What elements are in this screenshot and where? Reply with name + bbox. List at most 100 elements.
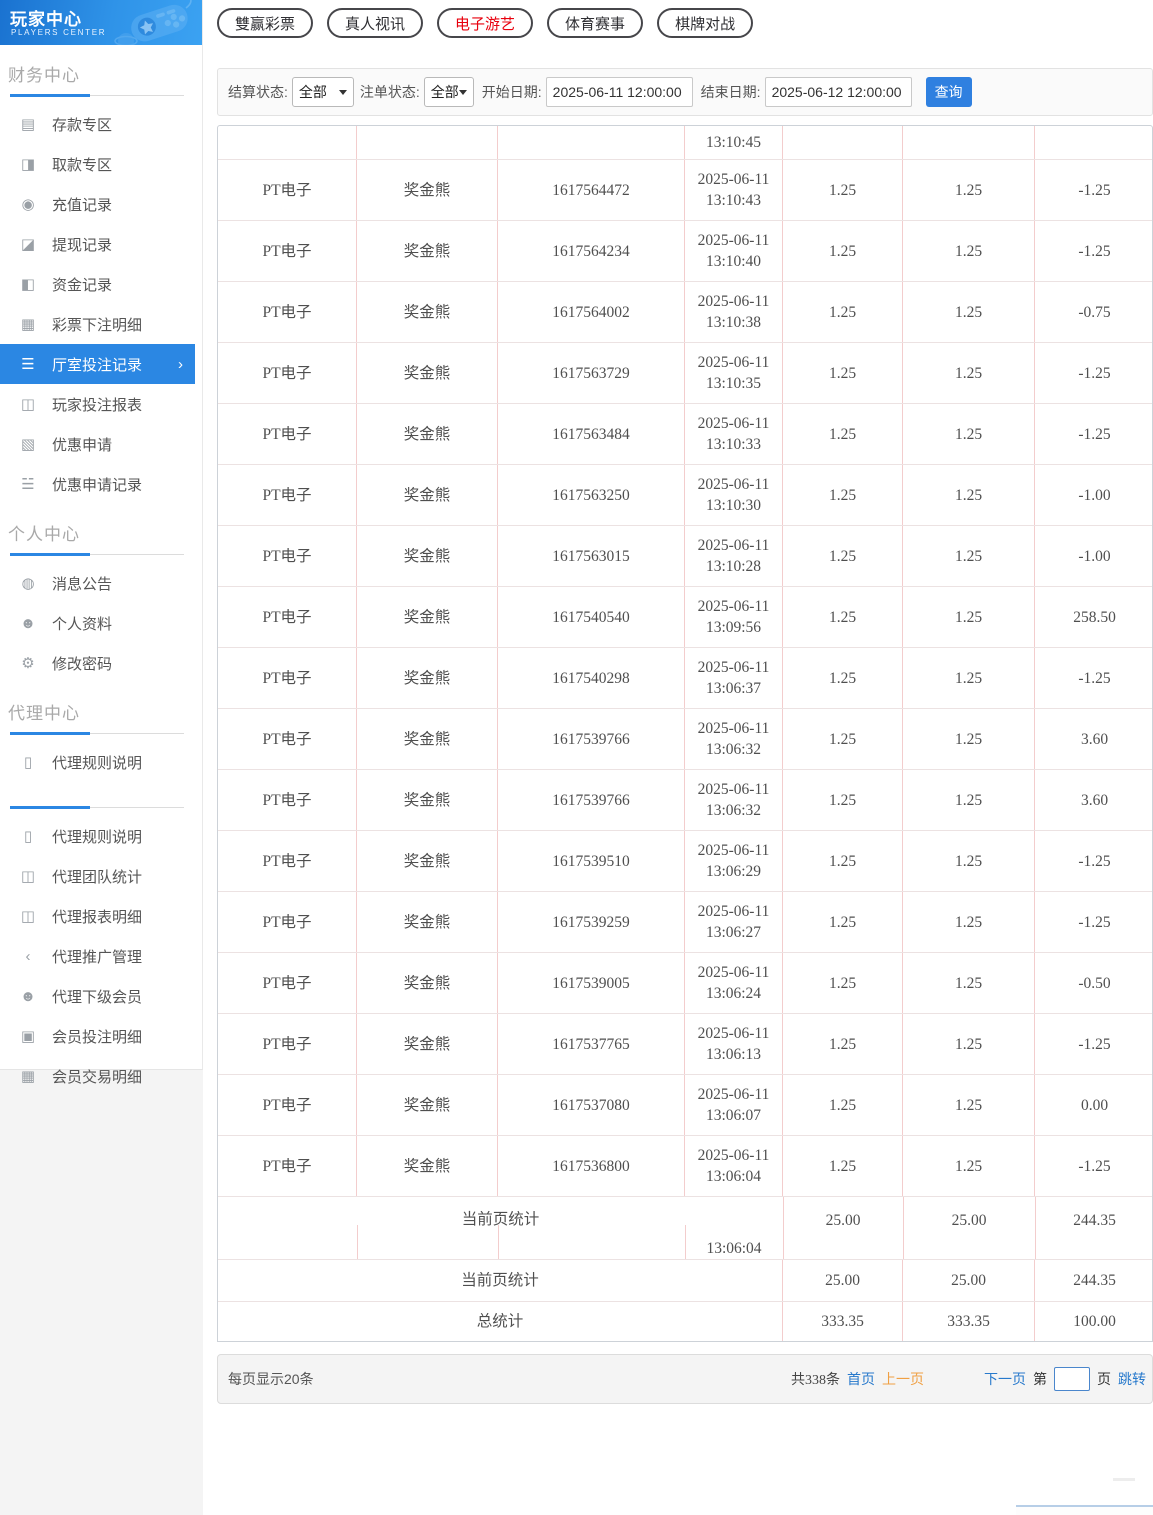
- sidebar-item-label: 厅室投注记录: [52, 354, 142, 375]
- sidebar-item-lottery-bet-detail[interactable]: ▦ 彩票下注明细: [0, 304, 195, 344]
- sidebar-item-bell[interactable]: ◍ 消息公告: [0, 563, 195, 603]
- sidebar-item-label: 代理报表明细: [52, 906, 142, 927]
- sidebar-item-member-bet-detail[interactable]: ▣ 会员投注明细: [0, 1016, 195, 1056]
- sidebar-item-label: 个人资料: [52, 613, 112, 634]
- sidebar-item-label: 会员交易明细: [52, 1066, 142, 1087]
- cell-bet-amount: 1.25: [783, 953, 903, 1013]
- cell-hall: PT电子: [218, 526, 357, 586]
- sidebar-item-funds-record[interactable]: ◧ 资金记录: [0, 264, 195, 304]
- jump-page-input[interactable]: [1054, 1367, 1090, 1391]
- sidebar-section: 个人中心 ◍ 消息公告 ☻ 个人资料 ⚙ 修改密码: [0, 504, 202, 683]
- cell-order-no: 1617563015: [498, 526, 685, 586]
- cell-datetime: 2025-06-11 13:06:04: [685, 1136, 783, 1196]
- members-icon: ☻: [18, 988, 38, 1005]
- pagination-bar: 每页显示20条 共338条 首页 上一页 下一页 第 页 跳转: [217, 1354, 1153, 1404]
- cell-order-no: 1617539259: [498, 892, 685, 952]
- sidebar-item-label: 玩家投注报表: [52, 394, 142, 415]
- sidebar-item-deposit-card[interactable]: ▤ 存款专区: [0, 104, 195, 144]
- cell-time: 13:10:33: [706, 434, 761, 455]
- grand-total-label: 总统计: [218, 1302, 783, 1341]
- first-page-link[interactable]: 首页: [847, 1369, 875, 1389]
- doc-icon: ▯: [18, 827, 38, 845]
- cell-datetime: 2025-06-11 13:06:37: [685, 648, 783, 708]
- sidebar-item-report-detail[interactable]: ◫ 代理报表明细: [0, 896, 195, 936]
- start-date-label: 开始日期:: [482, 82, 542, 102]
- sidebar-item-doc[interactable]: ▯ 代理规则说明: [0, 816, 195, 856]
- cell-date: 2025-06-11: [698, 596, 770, 617]
- page-summary-valid: 25.00: [903, 1260, 1035, 1301]
- query-button[interactable]: 查询: [926, 77, 972, 107]
- user-icon: ☻: [18, 615, 38, 632]
- cell-profit: -1.25: [1035, 343, 1153, 403]
- sidebar-item-user[interactable]: ☻ 个人资料: [0, 603, 195, 643]
- cell-order-no: 1617564002: [498, 282, 685, 342]
- page-summary-label: 当前页统计: [218, 1260, 783, 1301]
- sidebar-item-promo-apply-record[interactable]: ☱ 优惠申请记录: [0, 464, 195, 504]
- cell-datetime: 2025-06-11 13:06:13: [685, 1014, 783, 1074]
- cell-bet-amount: 1.25: [783, 343, 903, 403]
- table-row: PT电子 奖金熊 1617563015 2025-06-11 13:10:28 …: [218, 525, 1152, 586]
- prev-page-link[interactable]: 上一页: [882, 1369, 924, 1389]
- cell-bet-amount: 1.25: [783, 465, 903, 525]
- game-category-tab[interactable]: 雙赢彩票: [217, 8, 313, 38]
- cell-bet-amount: 1.25: [783, 1075, 903, 1135]
- cell-profit: -1.25: [1035, 648, 1153, 708]
- settle-status-select[interactable]: 全部: [292, 77, 354, 107]
- tab-label: 电子游艺: [455, 13, 515, 34]
- end-date-input[interactable]: [765, 77, 912, 107]
- table-row: PT电子 奖金熊 1617564472 2025-06-11 13:10:43 …: [218, 159, 1152, 220]
- cell-profit: 3.60: [1035, 709, 1153, 769]
- sidebar-item-hall-bet-record[interactable]: ☰ 厅室投注记录 ›: [0, 344, 195, 384]
- sidebar-item-members[interactable]: ☻ 代理下级会员: [0, 976, 195, 1016]
- cell-order-no: 1617563484: [498, 404, 685, 464]
- deposit-card-icon: ▤: [18, 115, 38, 133]
- cell-valid-bet: 1.25: [903, 892, 1035, 952]
- grand-total-valid: 333.35: [903, 1302, 1035, 1341]
- sidebar-item-withdraw-hand[interactable]: ◨ 取款专区: [0, 144, 195, 184]
- next-page-link[interactable]: 下一页: [984, 1369, 1026, 1389]
- start-date-input[interactable]: [546, 77, 693, 107]
- sidebar-section-title: 财务中心: [8, 61, 194, 86]
- sidebar-item-doc[interactable]: ▯ 代理规则说明: [0, 742, 195, 782]
- sidebar-section: ▯ 代理规则说明 ◫ 代理团队统计 ◫ 代理报表明细 ‹ 代理推广管理 ☻ 代理…: [0, 782, 202, 1096]
- order-status-select[interactable]: 全部: [424, 77, 474, 107]
- cell-valid-bet: 1.25: [903, 343, 1035, 403]
- member-bet-detail-icon: ▣: [18, 1027, 38, 1045]
- app-title: 玩家中心: [10, 5, 82, 30]
- cell-bet-amount: 1.25: [783, 282, 903, 342]
- table-row: PT电子 奖金熊 1617564234 2025-06-11 13:10:40 …: [218, 220, 1152, 281]
- table-row: PT电子 奖金熊 1617540540 2025-06-11 13:09:56 …: [218, 586, 1152, 647]
- cell-order-no: 1617564472: [498, 160, 685, 220]
- page-summary-row: 当前页统计 25.00 25.00 244.35: [218, 1259, 1152, 1301]
- cell-time: 13:10:35: [706, 373, 761, 394]
- sidebar-item-promo-apply[interactable]: ▧ 优惠申请: [0, 424, 195, 464]
- cell-valid-bet: 1.25: [903, 1014, 1035, 1074]
- cell-time: 13:06:29: [706, 861, 761, 882]
- chevron-right-icon: ›: [178, 356, 183, 373]
- jump-button[interactable]: 跳转: [1118, 1369, 1146, 1389]
- cell-order-no: 1617540540: [498, 587, 685, 647]
- team-stats-icon: ◫: [18, 867, 38, 885]
- cell-order-no: 1617536800: [498, 1136, 685, 1196]
- section-divider: [10, 807, 184, 808]
- game-category-tab[interactable]: 电子游艺: [437, 8, 533, 38]
- sidebar-section-header: 代理中心: [0, 683, 202, 734]
- table-row: PT电子 奖金熊 1617537765 2025-06-11 13:06:13 …: [218, 1013, 1152, 1074]
- table-row: PT电子 奖金熊 1617539766 2025-06-11 13:06:32 …: [218, 769, 1152, 830]
- share-icon: ‹: [18, 948, 38, 965]
- game-category-tab[interactable]: 体育赛事: [547, 8, 643, 38]
- sidebar-menu: ▯ 代理规则说明 ◫ 代理团队统计 ◫ 代理报表明细 ‹ 代理推广管理 ☻ 代理…: [0, 816, 202, 1096]
- cell-order-no: 1617563729: [498, 343, 685, 403]
- sidebar-item-team-stats[interactable]: ◫ 代理团队统计: [0, 856, 195, 896]
- game-category-tab[interactable]: 真人视讯: [327, 8, 423, 38]
- cell-game: 奖金熊: [357, 465, 498, 525]
- sidebar-item-gear[interactable]: ⚙ 修改密码: [0, 643, 195, 683]
- sidebar-item-recharge-record[interactable]: ◉ 充值记录: [0, 184, 195, 224]
- sidebar-item-withdrawal-record[interactable]: ◪ 提现记录: [0, 224, 195, 264]
- sidebar-item-player-bet-report[interactable]: ◫ 玩家投注报表: [0, 384, 195, 424]
- sidebar-sections: 财务中心 ▤ 存款专区 ◨ 取款专区 ◉ 充值记录 ◪ 提现记录 ◧ 资金记录 …: [0, 45, 202, 1096]
- cell-game: 奖金熊: [357, 892, 498, 952]
- sidebar-item-share[interactable]: ‹ 代理推广管理: [0, 936, 195, 976]
- sidebar-item-member-trade-detail[interactable]: ▦ 会员交易明细: [0, 1056, 195, 1096]
- game-category-tab[interactable]: 棋牌对战: [657, 8, 753, 38]
